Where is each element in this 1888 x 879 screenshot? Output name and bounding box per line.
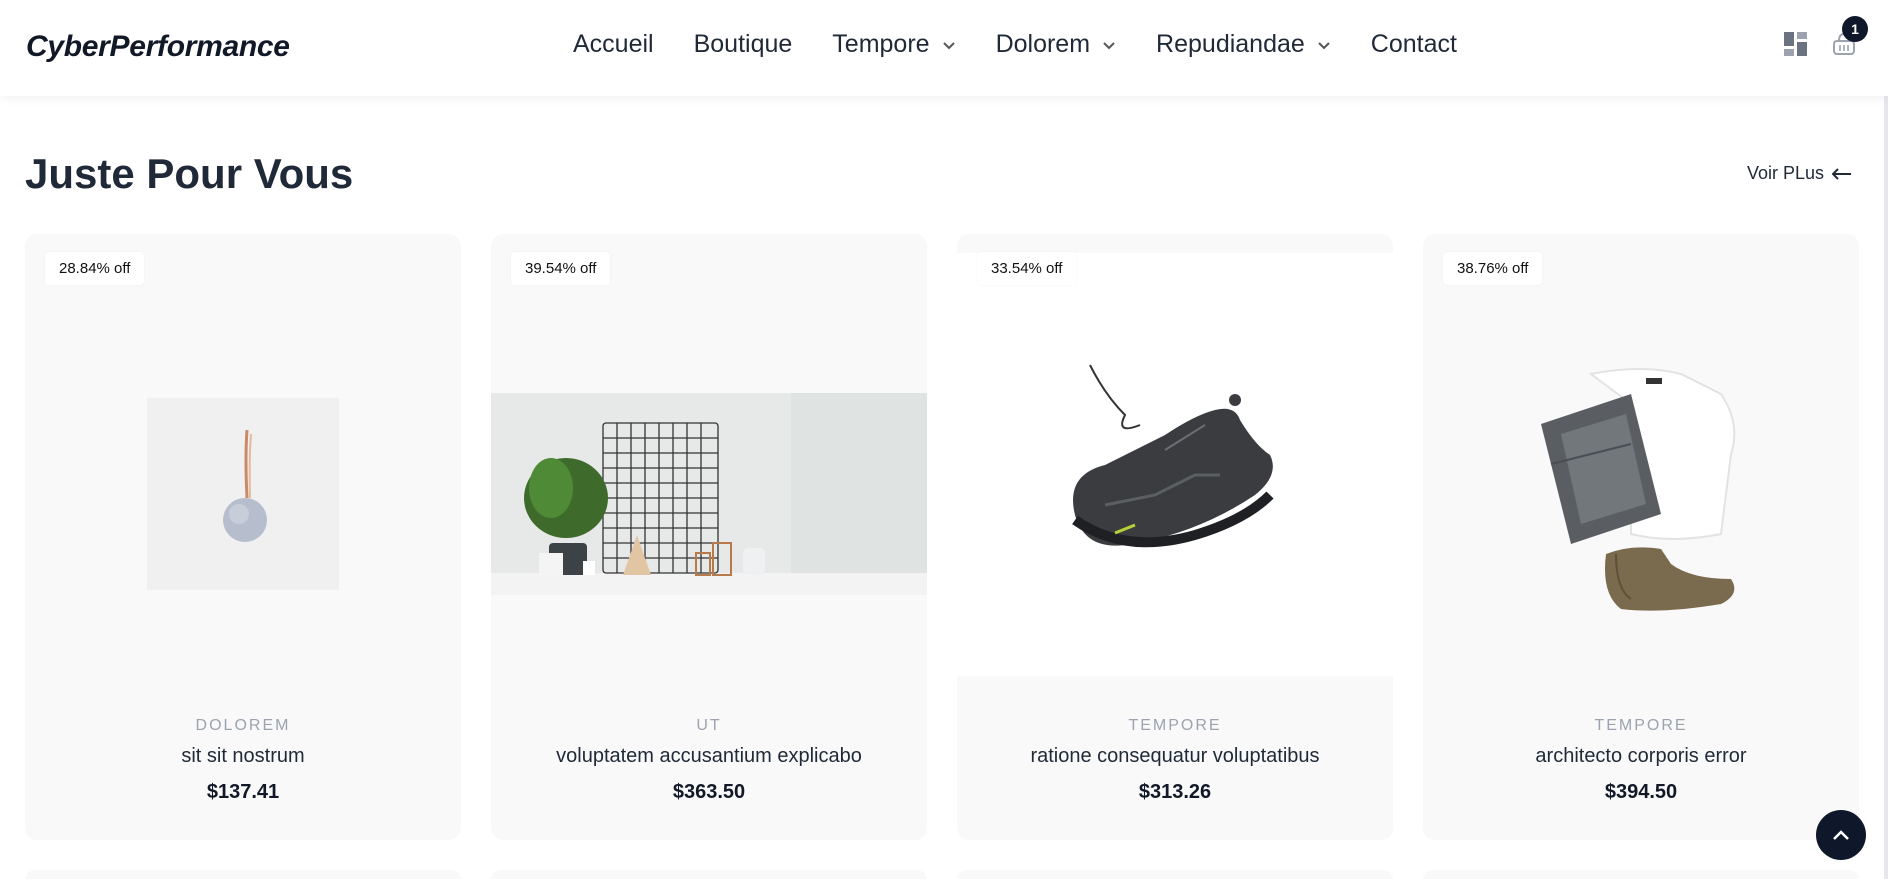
product-image [957,253,1393,676]
nav-item-repudiandae[interactable]: Repudiandae [1156,30,1331,59]
nav-label: Tempore [832,30,930,58]
product-category: DOLOREM [195,717,291,734]
site-header: CyberPerformance Accueil Boutique Tempor… [0,0,1888,96]
product-category: TEMPORE [1594,717,1688,734]
cart-button[interactable]: 1 [1830,16,1868,58]
product-card[interactable]: 38.76% off TEMPORE architecto corporis e… [1423,234,1859,840]
nav-label: Contact [1370,30,1457,58]
nav-label: Repudiandae [1156,30,1305,58]
product-name[interactable]: architecto corporis error [1423,745,1859,768]
header-actions: 1 [1762,16,1868,58]
product-card[interactable]: 33.54% off TEMPORE ratione consequatur v… [957,234,1393,840]
see-more-link[interactable]: Voir PLus [1747,163,1852,184]
see-more-label: Voir PLus [1746,163,1824,183]
grid-layout-icon [1784,32,1807,56]
scroll-to-top-button[interactable] [1816,810,1866,860]
chevron-down-icon [942,41,955,49]
nav-item-accueil[interactable]: Accueil [573,30,654,59]
chevron-up-icon [1833,830,1849,840]
sneaker-image [1072,364,1274,547]
layout-toggle-button[interactable] [1782,30,1810,58]
product-card[interactable]: 28.84% off DOLOREM sit sit nostrum $137.… [25,234,461,840]
product-price: $137.41 [206,781,280,803]
scrollbar[interactable] [1884,0,1888,879]
discount-badge: 28.84% off [45,252,145,285]
section-title: Juste Pour Vous [25,150,354,197]
product-card[interactable] [491,870,927,879]
arrow-left-icon [1832,167,1851,180]
main-nav: Accueil Boutique Tempore Dolorem Repudia… [573,30,1457,59]
product-card[interactable] [25,870,461,879]
discount-badge: 39.54% off [511,252,611,285]
product-category: UT [696,717,722,734]
product-grid: 28.84% off DOLOREM sit sit nostrum $137.… [25,234,1859,840]
outfit-image [1541,368,1736,611]
shelf-decor-image [491,393,927,595]
product-price: $313.26 [1138,781,1212,803]
product-price: $363.50 [672,781,746,803]
chevron-down-icon [1318,41,1330,49]
nav-item-tempore[interactable]: Tempore [832,30,955,59]
product-name[interactable]: sit sit nostrum [25,745,461,768]
nav-item-contact[interactable]: Contact [1371,30,1457,59]
nav-item-dolorem[interactable]: Dolorem [996,30,1116,59]
chevron-down-icon [1103,41,1115,49]
discount-badge: 33.54% off [977,252,1077,285]
product-card[interactable] [957,870,1393,879]
product-name[interactable]: voluptatem accusantium explicabo [491,745,927,768]
nav-item-boutique[interactable]: Boutique [694,30,793,59]
discount-badge: 38.76% off [1443,252,1543,285]
next-row-cards [25,870,1888,879]
product-image [491,294,927,694]
cart-count-badge: 1 [1842,16,1868,42]
product-image [25,294,461,694]
product-image [1423,294,1859,694]
product-price: $394.50 [1604,781,1678,803]
product-card[interactable]: 39.54% off UT voluptatem accusantium exp… [491,234,927,840]
nav-label: Boutique [693,30,793,58]
brand-logo[interactable]: CyberPerformance [26,30,290,64]
product-category: TEMPORE [1128,717,1222,734]
product-name[interactable]: ratione consequatur voluptatibus [957,745,1393,768]
hanging-speaker-image [147,398,339,590]
nav-label: Dolorem [995,30,1091,58]
nav-label: Accueil [573,30,654,58]
product-card[interactable] [1423,870,1859,879]
